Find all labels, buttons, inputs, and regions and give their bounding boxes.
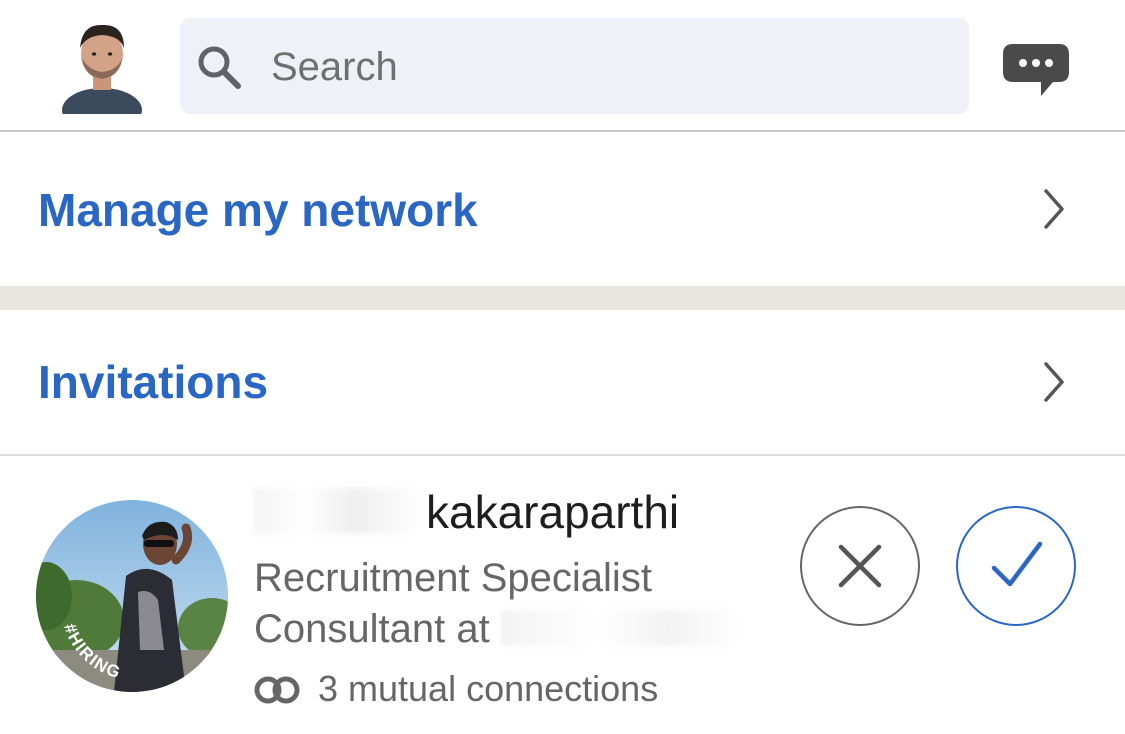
check-icon xyxy=(991,541,1043,587)
search-placeholder: Search xyxy=(271,45,398,89)
invitation-headline: Recruitment Specialist Consultant at xyxy=(254,553,754,655)
manage-network-row[interactable]: Manage my network xyxy=(0,132,1125,286)
row-divider xyxy=(0,454,1125,456)
redacted-company xyxy=(500,610,741,646)
chevron-right-icon xyxy=(1040,360,1068,404)
mutual-connections-icon xyxy=(254,676,300,704)
redacted-name xyxy=(254,488,422,534)
section-divider xyxy=(0,286,1125,310)
manage-network-label: Manage my network xyxy=(38,184,478,236)
invitation-name-visible: kakaraparthi xyxy=(426,486,680,538)
invitations-label: Invitations xyxy=(38,356,269,408)
top-bar: Search xyxy=(0,0,1125,132)
invitation-name: kakaraparthi xyxy=(254,484,679,540)
invitations-row[interactable]: Invitations xyxy=(0,310,1125,454)
close-icon xyxy=(838,544,882,588)
accept-button[interactable] xyxy=(956,506,1076,626)
headline-line-1: Recruitment Specialist xyxy=(254,556,652,600)
messaging-icon[interactable] xyxy=(1001,42,1071,98)
headline-line-2: Consultant at xyxy=(254,604,754,655)
search-icon xyxy=(196,44,242,90)
ignore-button[interactable] xyxy=(800,506,920,626)
chevron-right-icon xyxy=(1040,187,1068,231)
mutual-connections-text: 3 mutual connections xyxy=(318,668,659,709)
headline-line-2-visible: Consultant at xyxy=(254,607,490,651)
invitation-avatar[interactable]: #HIRING xyxy=(36,500,228,692)
profile-avatar[interactable] xyxy=(60,18,144,132)
